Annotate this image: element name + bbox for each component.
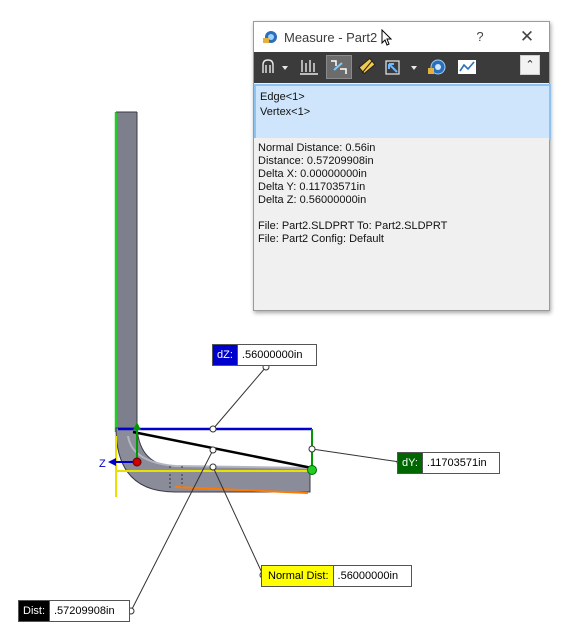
- projection-button[interactable]: [382, 55, 422, 79]
- result-line: Delta Y: 0.11703571in: [258, 181, 366, 193]
- projection-icon: [385, 60, 417, 75]
- result-line: File: Part2.SLDPRT To: Part2.SLDPRT: [258, 220, 448, 232]
- normal-distance-callout[interactable]: Normal Dist: .56000000in: [261, 565, 412, 587]
- z-axis-label: Z: [99, 458, 106, 470]
- measure-tool-icon: [263, 31, 277, 43]
- collapse-button[interactable]: ⌃: [520, 55, 540, 75]
- part-vertical-leg: [116, 112, 137, 432]
- selection-item[interactable]: Edge<1>: [256, 90, 549, 105]
- history-icon: [458, 60, 476, 74]
- dy-value: .11703571in: [421, 453, 499, 473]
- units-precision-button[interactable]: [296, 55, 324, 79]
- dz-callout[interactable]: dZ: .56000000in: [212, 344, 317, 366]
- dz-label: dZ:: [213, 345, 237, 365]
- mouse-cursor-icon: [381, 28, 393, 46]
- distance-value: .57209908in: [49, 601, 129, 621]
- arc-circle-measure-button[interactable]: [258, 55, 292, 79]
- result-line: Delta X: 0.00000000in: [258, 168, 367, 180]
- normal-distance-value: .56000000in: [332, 566, 411, 586]
- show-xyz-icon: [331, 60, 347, 74]
- close-button[interactable]: ✕: [516, 26, 538, 48]
- selection-item[interactable]: Vertex<1>: [256, 105, 549, 120]
- distance-callout[interactable]: Dist: .57209908in: [18, 600, 130, 622]
- selected-vertex: [307, 465, 317, 475]
- triad-origin: [132, 457, 142, 467]
- distance-label: Dist:: [19, 601, 49, 621]
- title-bar[interactable]: Measure - Part2 ? ✕: [254, 22, 549, 52]
- result-line: File: Part2 Config: Default: [258, 233, 384, 245]
- measure-toolbar: ⌃: [254, 52, 549, 83]
- result-line: Distance: 0.57209908in: [258, 155, 374, 167]
- normal-distance-label: Normal Dist:: [262, 566, 333, 586]
- sensor-button[interactable]: [424, 55, 450, 79]
- result-line: Delta Z: 0.56000000in: [258, 194, 367, 206]
- distance-line: [132, 430, 313, 470]
- dy-callout[interactable]: dY: .11703571in: [397, 452, 500, 474]
- dz-value: .56000000in: [236, 345, 316, 365]
- point-to-point-button[interactable]: [354, 55, 380, 79]
- sensor-icon: [428, 59, 446, 75]
- selection-list[interactable]: Edge<1> Vertex<1>: [254, 84, 551, 140]
- result-line: Normal Distance: 0.56in: [258, 142, 376, 154]
- units-precision-icon: [300, 60, 318, 75]
- part-horizontal-leg: [115, 427, 311, 493]
- arc-circle-measure-icon: [262, 59, 288, 73]
- measure-window[interactable]: Measure - Part2 ? ✕ ⌃ Edge<1> Vertex<1> …: [253, 21, 551, 311]
- results-panel: Normal Distance: 0.56in Distance: 0.5720…: [254, 138, 549, 310]
- history-button[interactable]: [454, 55, 480, 79]
- window-title: Measure - Part2: [284, 30, 378, 45]
- dy-label: dY:: [398, 453, 422, 473]
- show-xyz-button[interactable]: [326, 55, 352, 79]
- result-line: [254, 207, 549, 220]
- point-to-point-icon: [358, 57, 376, 75]
- help-button[interactable]: ?: [470, 27, 490, 47]
